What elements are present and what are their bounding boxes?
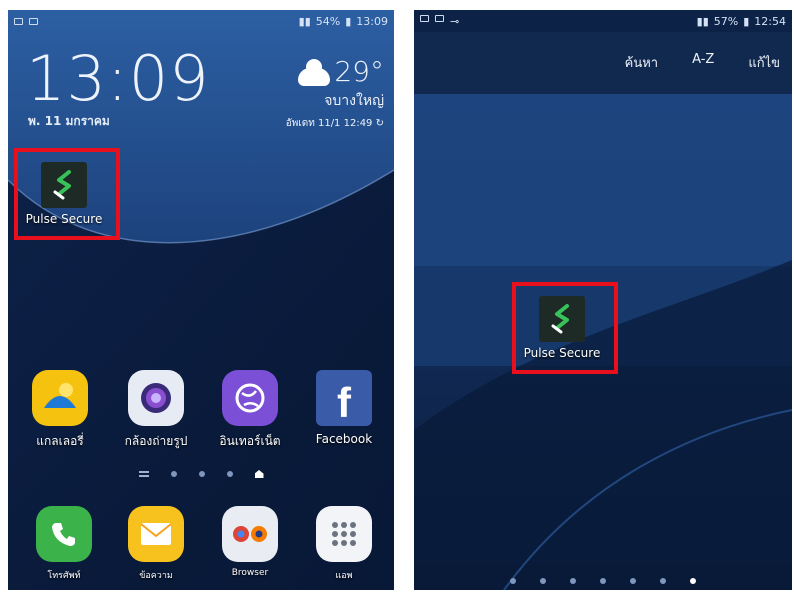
lock-clock: 13:09 — [26, 42, 210, 115]
sort-az-button[interactable]: A-Z — [692, 52, 714, 73]
weather-widget[interactable]: 29° จบางใหญ่ อัพเดท 11/1 12:49 ↻ — [286, 55, 384, 131]
apps-grid-icon — [316, 506, 372, 562]
app-gallery[interactable]: แกลเลอรี่ — [18, 370, 102, 451]
highlight-box — [14, 148, 120, 240]
browser-icon — [222, 506, 278, 562]
app-internet[interactable]: อินเทอร์เน็ต — [208, 370, 292, 451]
dock-messages[interactable]: ข้อความ — [114, 506, 198, 582]
dock-apps[interactable]: แอพ — [302, 506, 386, 582]
dock-phone[interactable]: โทรศัพท์ — [22, 506, 106, 582]
app-drawer-phone: ⊸ ▮▮ 57% ▮ 12:54 ค้นหา A-Z แก้ไข Pulse S… — [414, 10, 792, 590]
notification-icon — [435, 14, 444, 22]
app-label: แอพ — [335, 571, 353, 581]
weather-updated: อัพเดท 11/1 12:49 — [285, 118, 373, 129]
refresh-icon[interactable]: ↻ — [376, 118, 384, 129]
app-label: ข้อความ — [139, 571, 173, 581]
app-label: กล้องถ่ายรูป — [124, 434, 188, 448]
page-dot[interactable] — [630, 578, 636, 584]
gallery-icon — [32, 370, 88, 426]
battery-icon: ▮ — [743, 14, 750, 28]
page-dot[interactable] — [510, 578, 516, 584]
highlight-box — [512, 282, 618, 374]
app-label: โทรศัพท์ — [47, 571, 81, 581]
weather-location: จบางใหญ่ — [324, 93, 384, 109]
notification-icon — [29, 17, 38, 25]
status-time: 12:54 — [754, 14, 786, 28]
home-page-icon[interactable] — [254, 470, 264, 478]
app-label: อินเทอร์เน็ต — [219, 434, 281, 448]
status-bar: ⊸ ▮▮ 57% ▮ 12:54 — [414, 10, 792, 32]
app-label: Facebook — [315, 432, 373, 446]
menu-indicator-icon — [138, 471, 149, 477]
page-dot[interactable] — [570, 578, 576, 584]
weather-temp: 29° — [334, 55, 384, 88]
battery-percent: 57% — [713, 14, 739, 28]
page-indicator[interactable] — [414, 578, 792, 584]
camera-icon — [128, 370, 184, 426]
notification-icon — [420, 14, 429, 22]
app-facebook[interactable]: f Facebook — [302, 370, 386, 446]
search-button[interactable]: ค้นหา — [625, 52, 658, 73]
facebook-icon: f — [316, 370, 372, 426]
page-indicator[interactable] — [8, 470, 394, 478]
status-time: 13:09 — [356, 14, 388, 28]
phone-icon — [36, 506, 92, 562]
app-drawer-toolbar: ค้นหา A-Z แก้ไข — [414, 32, 792, 94]
dock-browser[interactable]: Browser — [208, 506, 292, 578]
edit-button[interactable]: แก้ไข — [748, 52, 780, 73]
internet-icon — [222, 370, 278, 426]
status-bar: ▮▮ 54% ▮ 13:09 — [8, 10, 394, 32]
clock-date: พ. 11 มกราคม — [28, 114, 110, 128]
app-label: Browser — [231, 568, 269, 578]
page-dot[interactable] — [660, 578, 666, 584]
page-dot[interactable] — [198, 471, 205, 477]
notification-icon — [14, 17, 23, 25]
page-dot[interactable] — [600, 578, 606, 584]
page-dot[interactable] — [540, 578, 546, 584]
page-dot[interactable] — [170, 471, 177, 477]
home-screen-phone: ▮▮ 54% ▮ 13:09 13:09 พ. 11 มกราคม 29° จบ… — [8, 10, 394, 590]
signal-icon: ▮▮ — [696, 14, 709, 28]
key-icon: ⊸ — [450, 14, 460, 28]
cloud-icon — [298, 58, 331, 86]
battery-icon: ▮ — [345, 14, 352, 28]
message-icon — [128, 506, 184, 562]
signal-icon: ▮▮ — [298, 14, 311, 28]
app-label: แกลเลอรี่ — [36, 434, 84, 448]
app-camera[interactable]: กล้องถ่ายรูป — [114, 370, 198, 451]
battery-percent: 54% — [315, 14, 341, 28]
page-dot[interactable] — [226, 471, 233, 477]
page-dot-active[interactable] — [690, 578, 696, 584]
